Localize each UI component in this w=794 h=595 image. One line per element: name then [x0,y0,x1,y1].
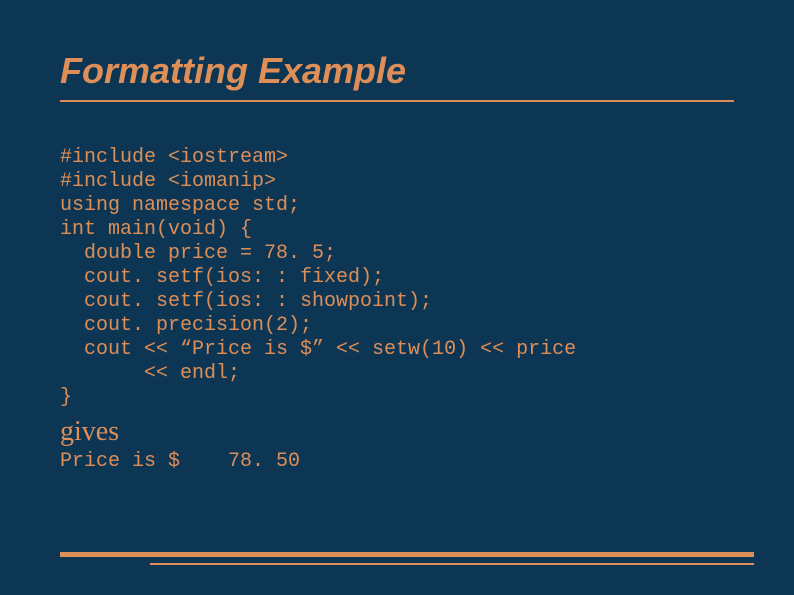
bottom-rule-thick [60,552,754,557]
bottom-rule-thin [150,563,754,565]
code-line: } [60,386,72,409]
program-output: Price is $ 78. 50 [60,450,734,473]
slide-title: Formatting Example [60,50,734,92]
gives-label: gives [60,416,734,448]
code-line: cout. setf(ios: : showpoint); [60,290,432,313]
code-line: #include <iomanip> [60,170,276,193]
code-line: #include <iostream> [60,146,288,169]
code-block: #include <iostream> #include <iomanip> u… [60,146,734,410]
code-line: cout << “Price is $” << setw(10) << pric… [60,338,576,361]
code-line: cout. precision(2); [60,314,312,337]
title-underline [60,100,734,102]
code-line: double price = 78. 5; [60,242,336,265]
code-line: cout. setf(ios: : fixed); [60,266,384,289]
slide: Formatting Example #include <iostream> #… [0,0,794,595]
code-line: << endl; [60,362,240,385]
code-line: using namespace std; [60,194,300,217]
code-line: int main(void) { [60,218,252,241]
